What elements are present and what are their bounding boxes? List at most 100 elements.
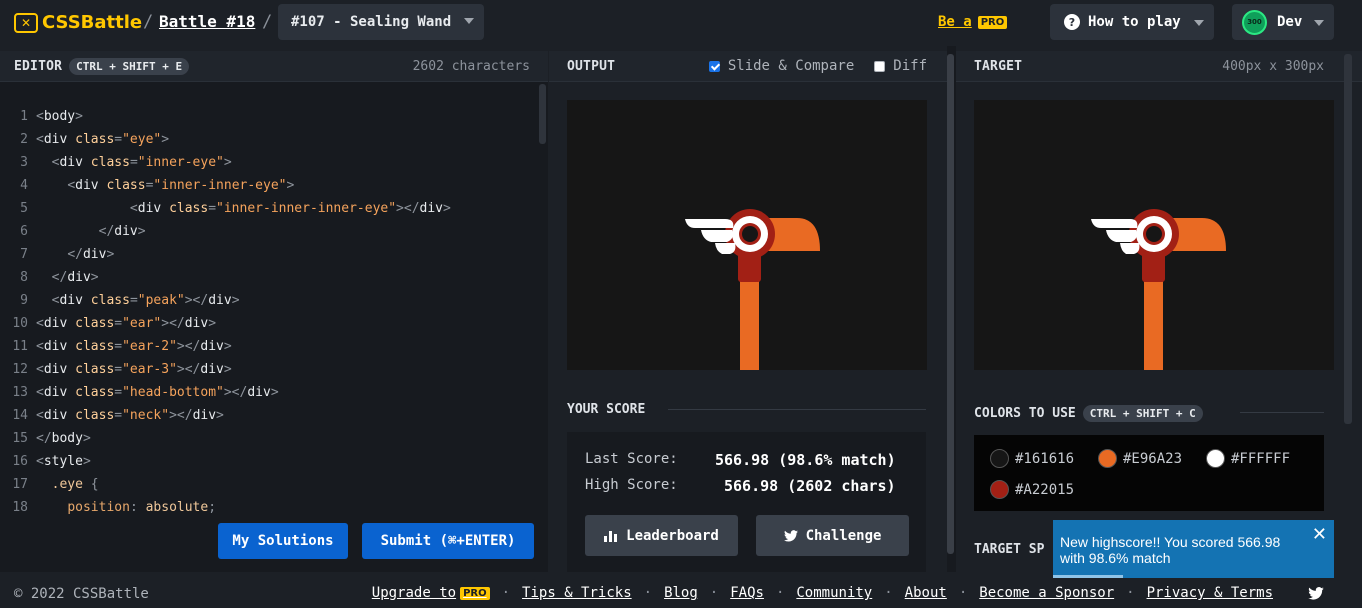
code-token: class (75, 316, 115, 331)
code-lines: 1 < body >2 < div class = "eye" >3 < div class = "i… (0, 105, 540, 519)
code-editor[interactable]: 1 < body >2 < div class = "eye" >3 < div class = "i… (0, 82, 548, 572)
how-to-play-label: How to play (1088, 14, 1181, 30)
breadcrumb-battle-link[interactable]: Battle #18 (159, 12, 255, 31)
code-token: div (137, 201, 170, 216)
footer-link[interactable]: Blog (664, 585, 698, 601)
code-line[interactable]: 10 < div class = "ear" ></div > (0, 312, 540, 335)
code-token: div (43, 362, 76, 377)
code-token: = (129, 155, 138, 170)
be-pro-link[interactable]: Be a PRO (938, 14, 1008, 30)
target-bird-drawing (1091, 209, 1226, 370)
footer-separator: · (775, 585, 785, 601)
code-line[interactable]: 4 < div class = "inner-inner-eye" > (0, 174, 540, 197)
diff-checkbox[interactable] (874, 60, 886, 72)
code-token: div (43, 385, 76, 400)
code-line[interactable]: 5 < div class = "inner-inner-inner-eye" ></d… (0, 197, 540, 220)
code-token: < (36, 385, 44, 400)
code-token: class (75, 362, 115, 377)
footer-link[interactable]: Community (796, 585, 872, 601)
code-line[interactable]: 11 < div class = "ear-2" ></div > (0, 335, 540, 358)
code-token: : (129, 500, 146, 515)
target-select-dropdown[interactable]: #107 - Sealing Wand (278, 4, 484, 40)
code-line[interactable]: 3 < div class = "inner-eye" > (0, 151, 540, 174)
logo[interactable]: ✕ CSSBattle (14, 12, 142, 33)
bar-chart-icon (604, 530, 618, 542)
pro-badge: PRO (460, 586, 490, 600)
code-line[interactable]: 7 </div > (0, 243, 540, 266)
editor-scrollbar[interactable] (539, 84, 546, 144)
code-line[interactable]: 9 < div class = "peak" ></div > (0, 289, 540, 312)
leaderboard-label: Leaderboard (626, 527, 719, 544)
high-score-value: 566.98 (2602 chars) (724, 477, 896, 495)
code-line[interactable]: 12 < div class = "ear-3" ></div > (0, 358, 540, 381)
editor-shortcut-badge: CTRL + SHIFT + E (69, 57, 190, 75)
code-token: div (59, 155, 91, 170)
footer-link[interactable]: Tips & Tricks (522, 585, 632, 601)
challenge-button[interactable]: Challenge (756, 515, 909, 556)
code-token: = (114, 408, 123, 423)
code-token: "inner-eye" (137, 155, 224, 170)
footer-link-label: Privacy & Terms (1146, 585, 1273, 601)
code-line[interactable]: 1 < body > (0, 105, 540, 128)
code-line[interactable]: 6 </div > (0, 220, 540, 243)
code-line[interactable]: 18 position: absolute; (0, 496, 540, 519)
code-token: < (36, 454, 44, 469)
colors-shortcut-badge: CTRL + SHIFT + C (1082, 405, 1203, 422)
color-label: #FFFFFF (1231, 450, 1291, 467)
highscore-toast: New highscore!! You scored 566.98 with 9… (1053, 520, 1334, 579)
code-token: div (43, 339, 76, 354)
code-line[interactable]: 2 < div class = "eye" > (0, 128, 540, 151)
code-token: div (82, 247, 107, 262)
close-icon[interactable]: ✕ (1312, 526, 1327, 544)
line-number: 2 (20, 132, 28, 147)
panel-resize-handle[interactable] (947, 54, 954, 554)
twitter-icon[interactable] (1308, 587, 1324, 600)
user-name: Dev (1277, 14, 1303, 30)
code-token: ></ (169, 408, 193, 423)
line-number: 12 (12, 362, 28, 377)
footer-link[interactable]: Privacy & Terms (1147, 585, 1273, 601)
code-line[interactable]: 8 </div > (0, 266, 540, 289)
color-swatch[interactable]: #A22015 (990, 480, 1074, 499)
code-token: = (114, 385, 123, 400)
user-menu-button[interactable]: 300 Dev (1232, 4, 1334, 40)
footer-link[interactable]: About (905, 585, 947, 601)
code-token: div (247, 385, 271, 400)
color-dot (990, 449, 1009, 468)
code-token: "neck" (122, 408, 170, 423)
target-scrollbar[interactable] (1344, 54, 1352, 424)
code-line[interactable]: 17 .eye { (0, 473, 540, 496)
code-line[interactable]: 15 </body > (0, 427, 540, 450)
code-line[interactable]: 13 < div class = "head-bottom" ></div > (0, 381, 540, 404)
footer-link[interactable]: Upgrade to PRO (372, 585, 490, 601)
line-number: 7 (20, 247, 28, 262)
output-options: Slide & Compare Diff (708, 58, 927, 74)
code-token: = (145, 178, 154, 193)
footer-link[interactable]: Become a Sponsor (979, 585, 1114, 601)
color-swatch[interactable]: #161616 (990, 449, 1074, 468)
code-token: < (36, 362, 44, 377)
how-to-play-button[interactable]: ? How to play (1050, 4, 1214, 40)
code-line[interactable]: 16 < style > (0, 450, 540, 473)
code-token: </ (98, 224, 115, 239)
output-canvas[interactable] (567, 100, 927, 370)
code-token: div (43, 408, 76, 423)
code-token: div (114, 224, 138, 239)
last-score-label: Last Score: (585, 451, 678, 467)
line-number: 17 (12, 477, 28, 492)
footer-separator: · (709, 585, 719, 601)
color-swatch[interactable]: #FFFFFF (1206, 449, 1290, 468)
code-token: absolute (145, 500, 209, 515)
code-line[interactable]: 14 < div class = "neck" ></div > (0, 404, 540, 427)
my-solutions-button[interactable]: My Solutions (218, 523, 348, 559)
footer-link[interactable]: FAQs (730, 585, 764, 601)
slide-compare-checkbox[interactable] (708, 60, 720, 72)
submit-button[interactable]: Submit (⌘+ENTER) (362, 523, 534, 559)
code-token: > (137, 224, 146, 239)
code-token: style (43, 454, 83, 469)
color-swatch[interactable]: #E96A23 (1098, 449, 1182, 468)
leaderboard-button[interactable]: Leaderboard (585, 515, 738, 556)
